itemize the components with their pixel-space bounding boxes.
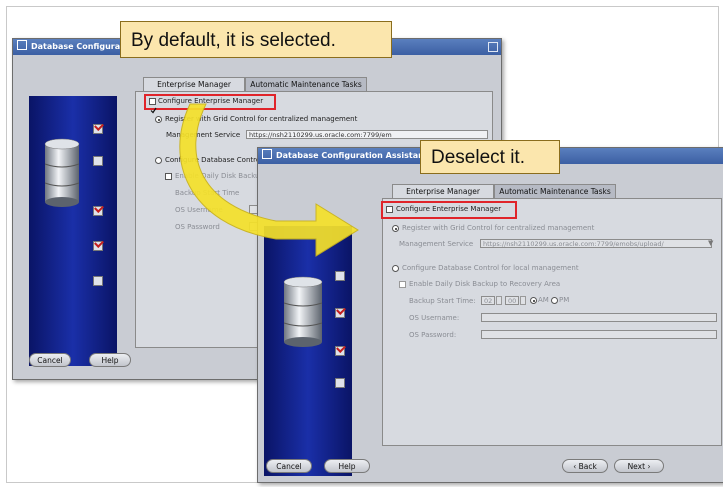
front-enable-backup-label: Enable Daily Disk Backup to Recovery Are…	[409, 280, 561, 288]
window-menu-icon[interactable]	[17, 40, 27, 50]
step-box-icon	[335, 378, 345, 388]
front-os-password-label: OS Password:	[409, 331, 457, 339]
minute-spinner[interactable]	[520, 296, 526, 305]
database-icon	[283, 276, 323, 347]
front-register-grid-radio[interactable]	[392, 225, 399, 232]
front-back-button[interactable]: ‹ Back	[562, 459, 608, 473]
step-check-icon	[93, 206, 103, 216]
back-tab-enterprise-manager[interactable]: Enterprise Manager	[143, 77, 245, 91]
step-check-icon	[93, 124, 103, 134]
step-check-icon	[335, 308, 345, 318]
front-register-grid-label: Register with Grid Control for centraliz…	[402, 224, 595, 232]
step-check-icon	[335, 346, 345, 356]
front-pm-label: PM	[559, 296, 570, 304]
hour-spinner[interactable]	[496, 296, 502, 305]
chevron-left-icon: ‹	[573, 462, 577, 471]
step-box-icon	[93, 276, 103, 286]
front-backup-min-field[interactable]: 00	[505, 296, 519, 305]
front-configure-db-control-label: Configure Database Control for local man…	[402, 264, 579, 272]
front-help-button[interactable]: Help	[324, 459, 370, 473]
front-mgmt-service-field[interactable]: https://nsh2110299.us.oracle.com:7799/em…	[480, 239, 712, 248]
front-backup-hour-field[interactable]: 02	[481, 296, 495, 305]
step-box-icon	[335, 271, 345, 281]
back-cancel-button[interactable]: Cancel	[29, 353, 71, 367]
front-am-label: AM	[538, 296, 549, 304]
curved-arrow-icon	[179, 103, 359, 257]
front-configure-em-label: Configure Enterprise Manager	[396, 205, 502, 213]
front-backup-time-label: Backup Start Time:	[409, 297, 476, 305]
database-icon	[44, 138, 80, 207]
close-icon[interactable]	[488, 42, 498, 52]
callout-deselect-it: Deselect it.	[420, 140, 560, 174]
front-mgmt-service-label: Management Service	[399, 240, 474, 248]
front-cancel-button[interactable]: Cancel	[266, 459, 312, 473]
step-check-icon	[93, 241, 103, 251]
back-configure-db-control-radio[interactable]	[155, 157, 162, 164]
front-pm-radio[interactable]	[551, 297, 558, 304]
callout-selected-by-default: By default, it is selected.	[120, 21, 392, 58]
back-tab-maintenance[interactable]: Automatic Maintenance Tasks	[245, 77, 367, 91]
front-next-button[interactable]: Next ›	[614, 459, 664, 473]
front-os-username-field[interactable]	[481, 313, 717, 322]
back-help-button[interactable]: Help	[89, 353, 131, 367]
front-tab-enterprise-manager[interactable]: Enterprise Manager	[392, 184, 494, 198]
front-os-username-label: OS Username:	[409, 314, 460, 322]
step-box-icon	[93, 156, 103, 166]
back-register-grid-radio[interactable]	[155, 116, 162, 123]
front-configure-db-control-radio[interactable]	[392, 265, 399, 272]
front-configure-em-checkbox[interactable]	[386, 206, 393, 213]
back-sidebar-graphic	[29, 96, 117, 366]
next-button-label: Next	[627, 462, 646, 471]
chevron-down-icon[interactable]: ▼	[708, 239, 713, 248]
checkmark-icon	[150, 107, 157, 114]
back-configure-em-checkbox[interactable]	[149, 98, 157, 114]
front-am-radio[interactable]	[530, 297, 537, 304]
front-enable-backup-checkbox[interactable]	[399, 281, 406, 288]
front-os-password-field[interactable]	[481, 330, 717, 339]
front-tab-maintenance[interactable]: Automatic Maintenance Tasks	[494, 184, 616, 198]
back-button-label: Back	[578, 462, 597, 471]
back-enable-backup-checkbox[interactable]	[165, 173, 172, 180]
chevron-right-icon: ›	[647, 462, 651, 471]
